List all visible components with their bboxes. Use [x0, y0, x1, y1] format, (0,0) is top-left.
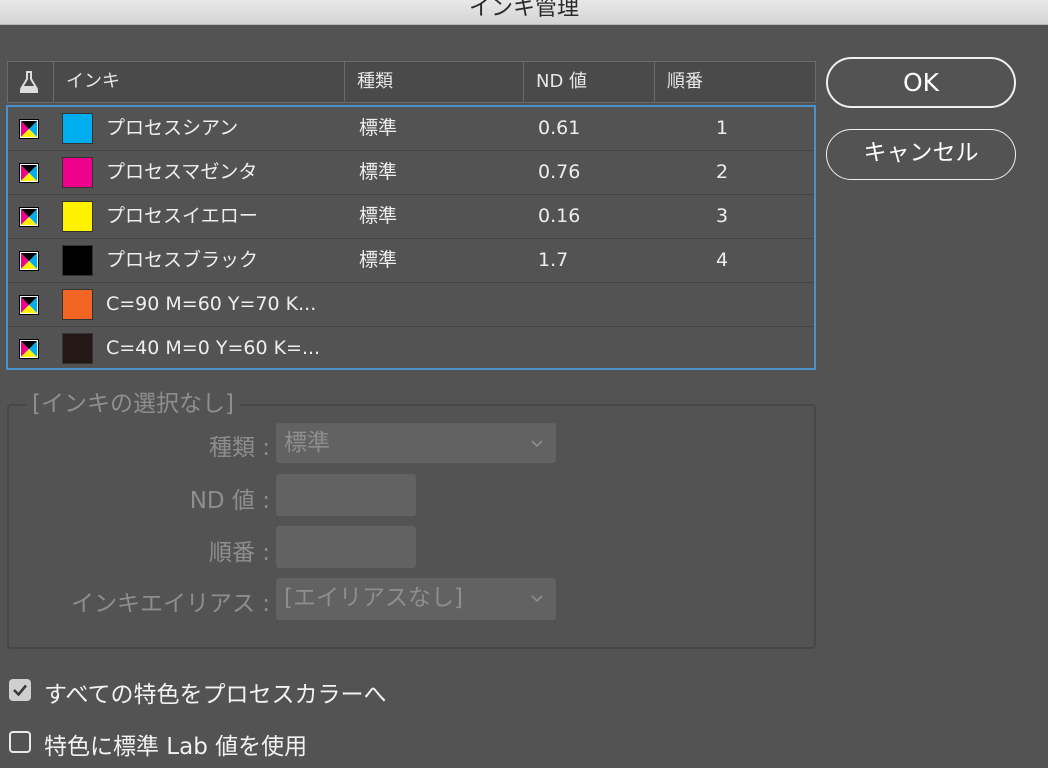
- ink-details-title: [インキの選択なし]: [26, 384, 240, 418]
- ink-order: 1: [716, 117, 729, 139]
- ink-nd: 1.7: [538, 249, 569, 271]
- ink-order: 3: [716, 205, 729, 227]
- ink-nd: 0.76: [538, 161, 581, 183]
- type-select-value: 標準: [284, 430, 330, 456]
- ink-name: プロセスブラック: [106, 249, 259, 271]
- type-select[interactable]: 標準: [276, 423, 556, 463]
- nd-label: ND 値 :: [189, 488, 270, 514]
- ink-row[interactable]: プロセスイエロー 標準 0.16 3: [8, 195, 814, 239]
- all-spots-to-process-label[interactable]: すべての特色をプロセスカラーへ: [44, 675, 386, 709]
- ink-type: 標準: [359, 205, 398, 227]
- use-lab-values-label[interactable]: 特色に標準 Lab 値を使用: [44, 727, 307, 761]
- column-header-order[interactable]: 順番: [655, 62, 815, 102]
- process-ink-icon: [19, 295, 39, 315]
- nd-input[interactable]: [276, 474, 416, 516]
- ink-nd: 0.16: [538, 205, 581, 227]
- all-spots-to-process-checkbox[interactable]: [9, 679, 31, 701]
- ink-type: 標準: [359, 117, 398, 139]
- alias-select-value: [エイリアスなし]: [284, 585, 463, 611]
- print-column-header[interactable]: [8, 62, 54, 102]
- alias-select[interactable]: [エイリアスなし]: [276, 578, 556, 620]
- process-ink-icon: [19, 119, 39, 139]
- ink-table-header: インキ 種類 ND 値 順番: [7, 61, 816, 103]
- chevron-down-icon: [531, 595, 543, 603]
- column-header-nd[interactable]: ND 値: [524, 62, 655, 102]
- ink-swatch: [62, 201, 93, 232]
- process-ink-icon: [19, 339, 39, 359]
- order-input[interactable]: [276, 526, 416, 568]
- ink-type: 標準: [359, 161, 398, 183]
- ink-row[interactable]: C=40 M=0 Y=60 K=...: [8, 327, 814, 371]
- ink-nd: 0.61: [538, 117, 581, 139]
- ink-swatch: [62, 157, 93, 188]
- column-header-ink[interactable]: インキ: [54, 62, 345, 102]
- ink-row[interactable]: プロセスシアン 標準 0.61 1: [8, 107, 814, 151]
- ink-name: C=90 M=60 Y=70 K...: [106, 293, 317, 315]
- alias-label: インキエイリアス :: [70, 591, 270, 617]
- use-lab-values-checkbox[interactable]: [9, 731, 31, 753]
- chevron-down-icon: [531, 440, 543, 448]
- ink-row[interactable]: C=90 M=60 Y=70 K...: [8, 283, 814, 327]
- ink-list[interactable]: プロセスシアン 標準 0.61 1 プロセスマゼンタ 標準 0.76 2 プロセ…: [6, 105, 816, 370]
- process-ink-icon: [19, 163, 39, 183]
- process-ink-icon: [19, 207, 39, 227]
- ink-swatch: [62, 113, 93, 144]
- ink-row[interactable]: プロセスマゼンタ 標準 0.76 2: [8, 151, 814, 195]
- ink-order: 2: [716, 161, 729, 183]
- ink-swatch: [62, 245, 93, 276]
- flask-icon: [20, 71, 38, 93]
- ok-button[interactable]: OK: [826, 57, 1016, 108]
- ink-type: 標準: [359, 249, 398, 271]
- order-label: 順番 :: [208, 540, 270, 566]
- ink-row[interactable]: プロセスブラック 標準 1.7 4: [8, 239, 814, 283]
- type-label: 種類 :: [208, 435, 270, 461]
- cancel-button[interactable]: キャンセル: [826, 129, 1016, 180]
- ink-order: 4: [716, 249, 729, 271]
- dialog-title: インキ管理: [468, 0, 579, 21]
- dialog-titlebar: インキ管理: [0, 0, 1048, 25]
- checkmark-icon: [13, 684, 27, 697]
- ink-name: C=40 M=0 Y=60 K=...: [106, 337, 321, 359]
- process-ink-icon: [19, 251, 39, 271]
- ink-swatch: [62, 333, 93, 364]
- ink-swatch: [62, 289, 93, 320]
- ink-name: プロセスシアン: [106, 117, 239, 139]
- ink-name: プロセスマゼンタ: [106, 161, 258, 183]
- ink-name: プロセスイエロー: [106, 205, 258, 227]
- column-header-type[interactable]: 種類: [345, 62, 524, 102]
